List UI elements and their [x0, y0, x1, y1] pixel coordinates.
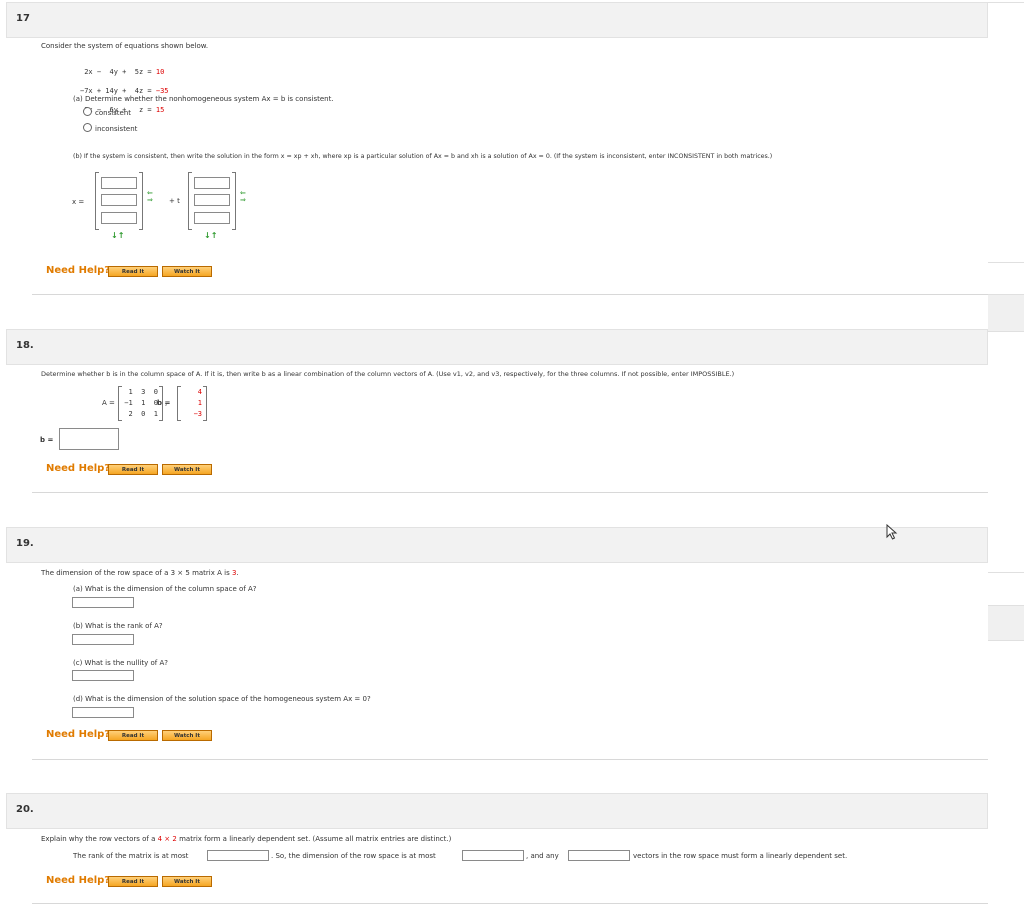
any-text: , and any	[526, 852, 559, 860]
rank-text: The rank of the matrix is at most	[73, 852, 189, 860]
need-help-label: Need Help?	[46, 463, 111, 474]
vector-b: 4 1 −3	[180, 387, 202, 420]
question-body-20: Explain why the row vectors of a 4 × 2 m…	[32, 829, 988, 904]
x-label: x =	[72, 198, 85, 206]
answer-a-input[interactable]	[72, 597, 134, 608]
answer-b-label: b =	[40, 436, 54, 444]
question-prompt: Explain why the row vectors of a 4 × 2 m…	[41, 835, 452, 843]
plus-t-label: + t	[169, 197, 180, 205]
question-header-18: 18.	[6, 329, 988, 365]
radio-icon[interactable]	[83, 123, 92, 132]
vector-entry: −3	[193, 410, 202, 418]
dimension-input[interactable]	[462, 850, 524, 861]
matrix-right-bracket	[203, 386, 207, 421]
matrix-left-bracket	[188, 172, 192, 230]
read-it-button[interactable]: Read It	[108, 464, 158, 475]
question-number: 17	[16, 13, 30, 24]
part-d-text: (d) What is the dimension of the solutio…	[73, 695, 371, 703]
question-header-20: 20.	[6, 793, 988, 829]
question-header-19: 19.	[6, 527, 988, 563]
radio-inconsistent[interactable]: inconsistent	[83, 123, 137, 133]
vector-entry: 1	[197, 399, 202, 407]
right-edge-panel	[988, 605, 1024, 641]
vector-entry: 4	[197, 388, 202, 396]
read-it-button[interactable]: Read It	[108, 730, 158, 741]
part-b-text: (b) What is the rank of A?	[73, 622, 163, 630]
row-resize-arrows-icon[interactable]: ↓↑	[204, 231, 217, 240]
xh-entry-2[interactable]	[194, 194, 230, 206]
question-number: 18.	[16, 340, 34, 351]
need-help-label: Need Help?	[46, 875, 111, 886]
matrix-left-bracket	[95, 172, 99, 230]
question-body-19: The dimension of the row space of a 3 × …	[32, 563, 988, 760]
answer-b-input[interactable]	[72, 634, 134, 645]
answer-c-input[interactable]	[72, 670, 134, 681]
conclusion-text: vectors in the row space must form a lin…	[633, 852, 848, 860]
watch-it-button[interactable]: Watch It	[162, 464, 212, 475]
answer-d-input[interactable]	[72, 707, 134, 718]
question-header-17: 17	[6, 2, 988, 38]
right-edge-line	[988, 262, 1024, 263]
resize-arrows-icon[interactable]: ⇐ ⇒	[240, 190, 246, 204]
mouse-pointer-icon	[886, 524, 898, 540]
part-c-text: (c) What is the nullity of A?	[73, 659, 168, 667]
xp-entry-3[interactable]	[101, 212, 137, 224]
question-number: 19.	[16, 538, 34, 549]
question-body-17: Consider the system of equations shown b…	[32, 38, 988, 295]
rank-input[interactable]	[207, 850, 269, 861]
matrix-a-label: A =	[102, 399, 115, 407]
xh-entry-1[interactable]	[194, 177, 230, 189]
question-prompt: Determine whether b is in the column spa…	[41, 370, 735, 378]
need-help-label: Need Help?	[46, 729, 111, 740]
question-prompt: The dimension of the row space of a 3 × …	[41, 569, 239, 577]
equation-row: 2x − 4y + 5z = 10	[80, 68, 165, 76]
right-edge-line	[988, 572, 1024, 573]
matrix-b-label: b =	[157, 399, 171, 407]
matrix-row: 2 0 1	[128, 410, 158, 418]
xp-entry-1[interactable]	[101, 177, 137, 189]
question-number: 20.	[16, 804, 34, 815]
right-edge-line	[988, 2, 1024, 3]
dimension-text: . So, the dimension of the row space is …	[271, 852, 436, 860]
answer-b-input[interactable]	[59, 428, 119, 450]
matrix-right-bracket	[139, 172, 143, 230]
read-it-button[interactable]: Read It	[108, 876, 158, 887]
part-b-text: (b) If the system is consistent, then wr…	[73, 153, 773, 160]
row-resize-arrows-icon[interactable]: ↓↑	[111, 231, 124, 240]
matrix-row: 1 3 0	[128, 388, 158, 396]
xp-entry-2[interactable]	[101, 194, 137, 206]
radio-icon[interactable]	[83, 107, 92, 116]
vector-count-input[interactable]	[568, 850, 630, 861]
watch-it-button[interactable]: Watch It	[162, 730, 212, 741]
right-edge-panel	[988, 294, 1024, 332]
part-a-text: (a) Determine whether the nonhomogeneous…	[73, 95, 334, 103]
matrix-a: 1 3 0 −1 1 0 2 0 1	[120, 387, 158, 420]
watch-it-button[interactable]: Watch It	[162, 876, 212, 887]
matrix-row: −1 1 0	[124, 399, 158, 407]
radio-consistent[interactable]: consistent	[83, 107, 131, 117]
xh-entry-3[interactable]	[194, 212, 230, 224]
resize-arrows-icon[interactable]: ⇐ ⇒	[147, 190, 153, 204]
watch-it-button[interactable]: Watch It	[162, 266, 212, 277]
read-it-button[interactable]: Read It	[108, 266, 158, 277]
question-prompt: Consider the system of equations shown b…	[41, 42, 209, 50]
part-a-text: (a) What is the dimension of the column …	[73, 585, 257, 593]
need-help-label: Need Help?	[46, 265, 111, 276]
matrix-right-bracket	[232, 172, 236, 230]
